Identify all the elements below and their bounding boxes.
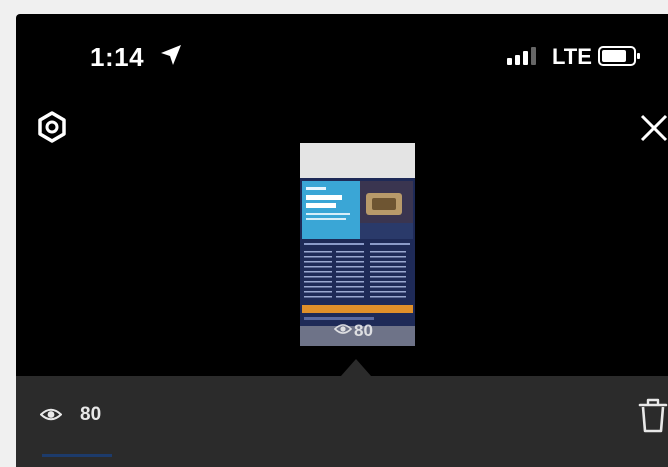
close-icon[interactable] xyxy=(638,112,668,144)
eye-icon xyxy=(334,324,352,334)
phone-screen: 1:14 LTE 80 80 xyxy=(16,14,668,467)
thumbnail-views-value: 80 xyxy=(354,321,373,340)
network-type: LTE xyxy=(552,44,592,69)
location-arrow-icon xyxy=(161,45,181,65)
thumbnail-pointer xyxy=(341,359,371,376)
bottom-bar: 80 xyxy=(16,376,668,467)
views-count: 80 xyxy=(80,404,102,425)
eye-icon xyxy=(40,408,62,421)
flyer-thumbnail[interactable]: 80 xyxy=(300,143,415,346)
active-tab-indicator xyxy=(42,454,112,457)
status-bar: 1:14 LTE xyxy=(16,14,668,94)
status-time: 1:14 xyxy=(90,42,145,72)
flyer-preview-image xyxy=(300,143,415,346)
cellular-signal-icon xyxy=(507,47,536,65)
battery-icon xyxy=(598,46,640,66)
settings-icon[interactable] xyxy=(36,111,68,143)
trash-icon[interactable] xyxy=(638,398,668,434)
